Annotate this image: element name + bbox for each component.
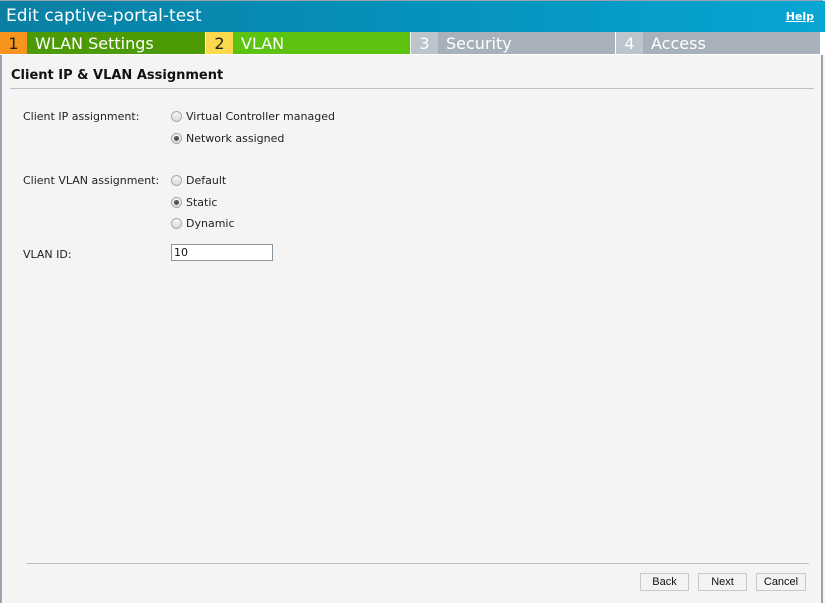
client-ip-label: Client IP assignment: <box>23 110 140 123</box>
radio-label: Dynamic <box>186 217 235 230</box>
vlan-id-input[interactable] <box>171 244 273 261</box>
step-label: VLAN <box>241 33 285 53</box>
radio-button-unchecked[interactable] <box>171 218 182 229</box>
dialog-frame <box>0 0 823 603</box>
step-label: Access <box>651 33 706 53</box>
next-button[interactable]: Next <box>698 573 747 591</box>
step-number: 2 <box>206 32 233 54</box>
dialog-title: Edit captive-portal-test <box>6 6 202 26</box>
radio-label: Static <box>186 196 218 209</box>
vlan-id-label: VLAN ID: <box>23 248 72 261</box>
step-security[interactable]: 3 Security <box>411 32 615 54</box>
step-access[interactable]: 4 Access <box>616 32 820 54</box>
section-divider <box>10 88 814 89</box>
title-bar: Edit captive-portal-test Help <box>0 1 825 32</box>
radio-default[interactable]: Default <box>171 174 226 187</box>
step-vlan[interactable]: 2 VLAN <box>206 32 410 54</box>
radio-network-assigned[interactable]: Network assigned <box>171 132 284 145</box>
help-link[interactable]: Help <box>786 10 814 23</box>
radio-button-checked[interactable] <box>171 197 182 208</box>
cancel-button[interactable]: Cancel <box>756 573 806 591</box>
radio-virtual-controller-managed[interactable]: Virtual Controller managed <box>171 110 335 123</box>
radio-label: Default <box>186 174 227 187</box>
footer-divider <box>26 563 809 564</box>
step-label: Security <box>446 33 512 53</box>
step-number: 3 <box>411 32 438 54</box>
radio-label: Network assigned <box>186 132 285 145</box>
radio-button-checked[interactable] <box>171 133 182 144</box>
step-wlan-settings[interactable]: 1 WLAN Settings <box>0 32 205 54</box>
radio-button-unchecked[interactable] <box>171 111 182 122</box>
wizard-steps: 1 WLAN Settings 2 VLAN 3 Security 4 Acce… <box>0 32 825 55</box>
step-number: 4 <box>616 32 643 54</box>
step-label: WLAN Settings <box>35 33 154 53</box>
radio-button-unchecked[interactable] <box>171 175 182 186</box>
section-title: Client IP & VLAN Assignment <box>11 68 224 83</box>
radio-static[interactable]: Static <box>171 196 217 209</box>
step-number: 1 <box>0 32 27 54</box>
client-vlan-label: Client VLAN assignment: <box>23 174 160 187</box>
radio-label: Virtual Controller managed <box>186 110 335 123</box>
back-button[interactable]: Back <box>640 573 689 591</box>
radio-dynamic[interactable]: Dynamic <box>171 217 235 230</box>
